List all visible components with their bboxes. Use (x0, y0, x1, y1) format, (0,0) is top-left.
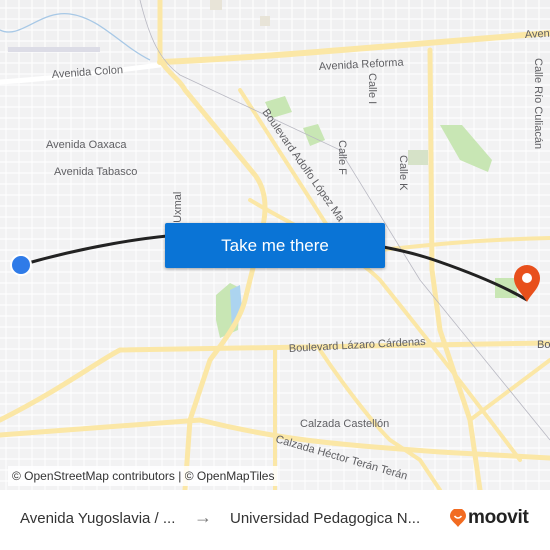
moovit-pin-icon (450, 509, 466, 527)
street-label: Avenida Tabasco (54, 166, 137, 178)
street-label: Aven (525, 28, 550, 41)
arrow-right-icon: → (194, 507, 212, 527)
destination-label: Universidad Pedagogica N... (230, 510, 421, 527)
street-label: Calle F (336, 140, 348, 175)
origin-marker[interactable] (10, 254, 32, 276)
street-label: Calzada Castellón (300, 418, 389, 430)
street-label: Bo (537, 339, 550, 351)
route-footer: Avenida Yugoslavia / ... → Universidad P… (0, 490, 550, 550)
street-label: Boulevard Adolfo López Ma (260, 107, 348, 225)
street-label: Calle K (397, 155, 409, 191)
park (303, 124, 325, 146)
moovit-logo[interactable]: moovit (450, 507, 529, 529)
street-label: Calle I (366, 73, 378, 104)
origin-label: Avenida Yugoslavia / ... (20, 510, 176, 527)
brand-name: moovit (468, 507, 529, 528)
take-me-there-button[interactable]: Take me there (165, 223, 385, 268)
map-canvas[interactable]: Avenida Colon Avenida Reforma Aven Aveni… (0, 0, 550, 490)
park (408, 150, 428, 165)
map-attribution[interactable]: © OpenStreetMap contributors | © OpenMap… (8, 466, 279, 486)
runway (8, 47, 100, 52)
street-label: Calle Río Culiacán (532, 58, 544, 149)
street-label: Avenida Oaxaca (46, 139, 127, 151)
